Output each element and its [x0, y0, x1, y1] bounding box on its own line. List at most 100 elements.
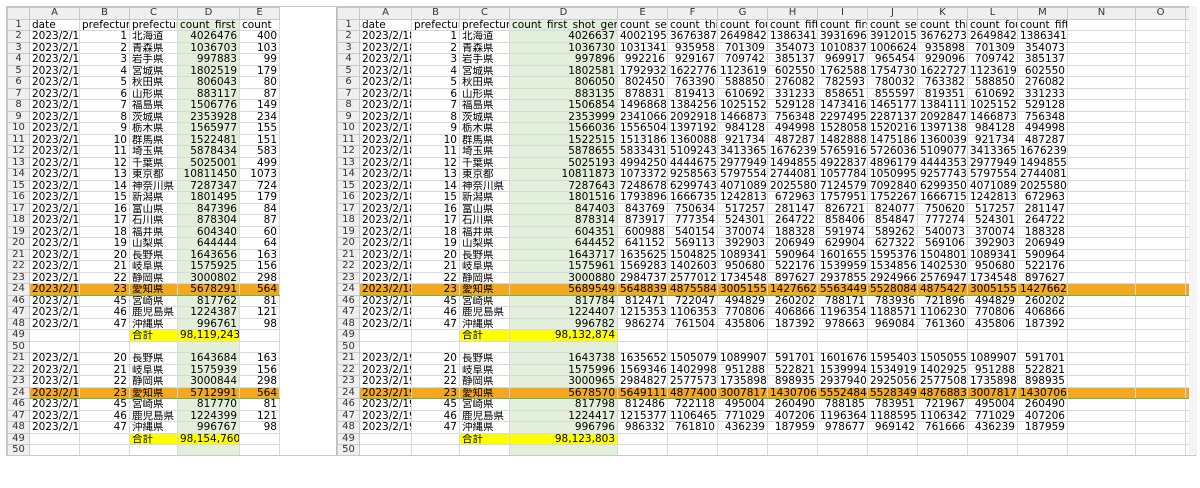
cell[interactable]: 22 — [411, 271, 460, 284]
cell[interactable]: 260202 — [767, 294, 818, 307]
row-header[interactable]: 1 — [337, 18, 360, 31]
cell[interactable]: 2924966 — [867, 271, 918, 284]
column-header-N[interactable]: N — [1067, 7, 1136, 20]
cell[interactable] — [1017, 444, 1068, 455]
cell[interactable] — [717, 432, 768, 445]
cell[interactable]: 588850 — [967, 76, 1018, 89]
cell[interactable] — [1135, 237, 1186, 250]
cell[interactable]: 1534856 — [867, 260, 918, 273]
cell[interactable]: 静岡県 — [129, 375, 178, 388]
cell[interactable]: 栃木県 — [459, 122, 510, 135]
cell[interactable]: 1520216 — [867, 122, 918, 135]
cell[interactable]: 長野県 — [459, 248, 510, 261]
column-header-H[interactable]: H — [767, 7, 818, 20]
cell[interactable]: 1402603 — [667, 260, 718, 273]
cell[interactable]: 静岡県 — [459, 375, 510, 388]
cell[interactable] — [1135, 168, 1186, 181]
cell[interactable]: 331233 — [1017, 87, 1068, 100]
cell[interactable]: 986274 — [617, 317, 668, 330]
cell[interactable]: 1196364 — [817, 409, 868, 422]
cell[interactable]: 487287 — [767, 133, 818, 146]
cell[interactable]: 2341066 — [617, 110, 668, 123]
cell[interactable]: 1757951 — [817, 191, 868, 204]
cell[interactable] — [617, 444, 668, 455]
cell[interactable]: 2649842 — [717, 30, 768, 43]
row-header[interactable]: 6 — [337, 76, 360, 89]
cell[interactable] — [1067, 156, 1136, 169]
cell[interactable]: 福島県 — [129, 99, 178, 112]
cell[interactable]: 2023/2/16 — [29, 156, 80, 169]
cell[interactable] — [867, 340, 918, 353]
cell[interactable]: 188328 — [767, 225, 818, 238]
cell[interactable] — [617, 432, 668, 445]
column-header-M[interactable]: M — [1017, 7, 1068, 20]
cell[interactable]: 522821 — [767, 363, 818, 376]
cell[interactable]: 2937940 — [817, 375, 868, 388]
cell-header[interactable]: count_fourt — [717, 18, 768, 31]
cell[interactable]: 569113 — [667, 237, 718, 250]
cell[interactable]: 青森県 — [129, 41, 178, 54]
cell[interactable]: 98,132,874 — [509, 329, 618, 342]
cell[interactable]: 3000965 — [509, 375, 618, 388]
cell[interactable]: 46 — [79, 306, 130, 319]
cell[interactable]: 2353999 — [509, 110, 618, 123]
cell[interactable] — [359, 432, 412, 445]
cell[interactable]: 385137 — [1017, 53, 1068, 66]
cell[interactable]: 岐阜県 — [459, 363, 510, 376]
cell[interactable]: 569106 — [917, 237, 968, 250]
cell[interactable]: 1123619 — [717, 64, 768, 77]
cell[interactable]: 2023/2/18 — [359, 76, 412, 89]
cell[interactable] — [29, 444, 80, 455]
cell[interactable]: 4444675 — [667, 156, 718, 169]
cell[interactable]: 98 — [239, 421, 280, 434]
cell-header[interactable]: count_fifth_ — [767, 18, 818, 31]
row-header[interactable]: 8 — [7, 99, 30, 112]
cell[interactable]: 2023/2/16 — [29, 191, 80, 204]
cell[interactable]: 3413365 — [717, 145, 768, 158]
cell[interactable] — [1135, 156, 1186, 169]
cell[interactable]: 4922837 — [817, 156, 868, 169]
cell[interactable]: 1595376 — [867, 248, 918, 261]
cell[interactable] — [1135, 225, 1186, 238]
row-header[interactable]: 49 — [7, 329, 30, 342]
cell[interactable]: 22 — [79, 375, 130, 388]
cell[interactable]: 407206 — [767, 409, 818, 422]
cell[interactable]: 1384111 — [917, 99, 968, 112]
cell[interactable]: 629904 — [817, 237, 868, 250]
row-header[interactable]: 22 — [7, 260, 30, 273]
cell[interactable] — [1067, 30, 1136, 43]
cell[interactable]: 1025152 — [967, 99, 1018, 112]
cell[interactable]: 2977949 — [967, 156, 1018, 169]
cell[interactable]: 2025580 — [767, 179, 818, 192]
cell[interactable]: 858406 — [817, 214, 868, 227]
cell[interactable]: 709742 — [717, 53, 768, 66]
column-header-J[interactable]: J — [867, 7, 918, 20]
cell[interactable]: 156 — [239, 363, 280, 376]
cell[interactable]: 1601676 — [817, 352, 868, 365]
cell[interactable]: 15 — [79, 191, 130, 204]
cell[interactable]: 2023/2/16 — [29, 30, 80, 43]
cell[interactable]: 260490 — [767, 398, 818, 411]
cell[interactable]: 436239 — [967, 421, 1018, 434]
cell[interactable]: 46 — [411, 306, 460, 319]
cell[interactable]: 392903 — [717, 237, 768, 250]
cell-header[interactable]: count_first_shot_general — [509, 18, 618, 31]
cell[interactable] — [667, 444, 718, 455]
cell[interactable]: 2023/2/16 — [29, 99, 80, 112]
cell[interactable]: 1089907 — [967, 352, 1018, 365]
cell[interactable]: 163 — [239, 352, 280, 365]
cell[interactable]: 2577012 — [667, 271, 718, 284]
cell[interactable] — [1067, 145, 1136, 158]
cell[interactable]: 2023/2/18 — [359, 202, 412, 215]
cell[interactable]: 岐阜県 — [459, 260, 510, 273]
cell[interactable]: 2023/2/16 — [29, 202, 80, 215]
cell[interactable]: 1622776 — [667, 64, 718, 77]
row-header[interactable]: 50 — [7, 444, 30, 455]
cell-header[interactable]: count_third — [667, 18, 718, 31]
cell[interactable]: 724 — [239, 179, 280, 192]
cell-header[interactable]: count_ — [239, 18, 280, 31]
cell[interactable]: 763382 — [917, 76, 968, 89]
cell[interactable]: 2023/2/18 — [359, 145, 412, 158]
cell[interactable]: 7248678 — [617, 179, 668, 192]
cell[interactable]: 23 — [411, 283, 460, 296]
